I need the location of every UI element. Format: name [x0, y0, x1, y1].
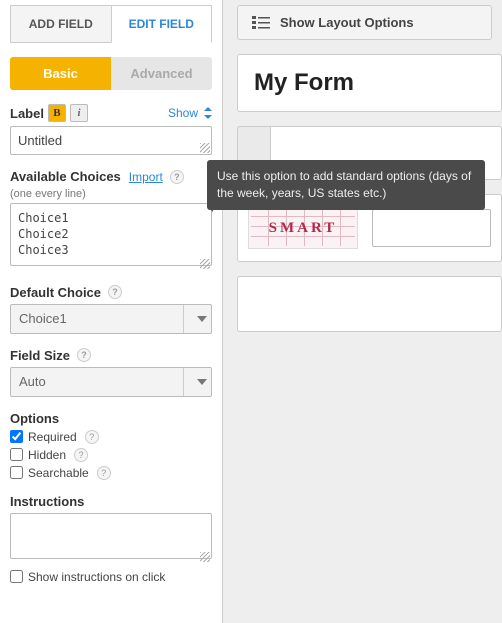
instructions-title: Instructions [10, 494, 84, 509]
choices-textarea[interactable] [10, 203, 212, 266]
chevron-down-icon [183, 305, 211, 333]
label-title: Label [10, 106, 44, 121]
help-icon[interactable]: ? [74, 448, 88, 462]
hidden-label: Hidden [28, 448, 66, 462]
show-instructions-checkbox[interactable] [10, 570, 23, 583]
captcha-text: SMART [269, 220, 338, 237]
help-icon[interactable]: ? [85, 430, 99, 444]
show-link-text: Show [168, 106, 198, 120]
show-layout-options-button[interactable]: Show Layout Options [237, 5, 492, 40]
show-label-link[interactable]: Show [168, 106, 212, 120]
help-icon[interactable]: ? [108, 285, 122, 299]
form-title-card[interactable]: My Form [237, 54, 502, 112]
form-bottom-card[interactable] [237, 276, 502, 332]
tab-edit-field[interactable]: EDIT FIELD [111, 5, 213, 43]
searchable-label: Searchable [28, 466, 89, 480]
default-choice-value: Choice1 [11, 311, 67, 326]
required-checkbox[interactable] [10, 430, 23, 443]
subtab-basic[interactable]: Basic [10, 57, 111, 90]
choices-hint: (one every line) [10, 188, 212, 200]
italic-icon[interactable]: i [70, 104, 88, 122]
default-choice-select[interactable]: Choice1 [10, 304, 212, 334]
tab-add-field[interactable]: ADD FIELD [10, 5, 111, 43]
instructions-textarea[interactable] [10, 513, 212, 559]
field-size-select[interactable]: Auto [10, 367, 212, 397]
subtab-advanced[interactable]: Advanced [111, 57, 212, 90]
field-size-title: Field Size [10, 348, 70, 363]
searchable-checkbox[interactable] [10, 466, 23, 479]
help-icon[interactable]: ? [77, 348, 91, 362]
bold-icon[interactable]: B [48, 104, 66, 122]
field-handle[interactable] [237, 126, 271, 180]
hidden-checkbox[interactable] [10, 448, 23, 461]
default-choice-title: Default Choice [10, 285, 101, 300]
import-link[interactable]: Import [129, 170, 163, 184]
form-title: My Form [254, 69, 485, 97]
help-icon[interactable]: ? [170, 170, 184, 184]
captcha-input[interactable] [372, 209, 491, 247]
layout-icon [252, 16, 270, 30]
captcha-image: SMART [248, 207, 358, 249]
show-instructions-label: Show instructions on click [28, 570, 165, 584]
help-icon[interactable]: ? [97, 466, 111, 480]
required-label: Required [28, 430, 77, 444]
sort-icon [204, 107, 212, 119]
form-field-placeholder[interactable] [237, 126, 502, 180]
label-input[interactable] [10, 126, 212, 155]
field-size-value: Auto [11, 374, 46, 389]
captcha-card: SMART [237, 194, 502, 262]
options-title: Options [10, 411, 59, 426]
chevron-down-icon [183, 368, 211, 396]
choices-title: Available Choices [10, 169, 121, 184]
layout-button-label: Show Layout Options [280, 15, 414, 30]
